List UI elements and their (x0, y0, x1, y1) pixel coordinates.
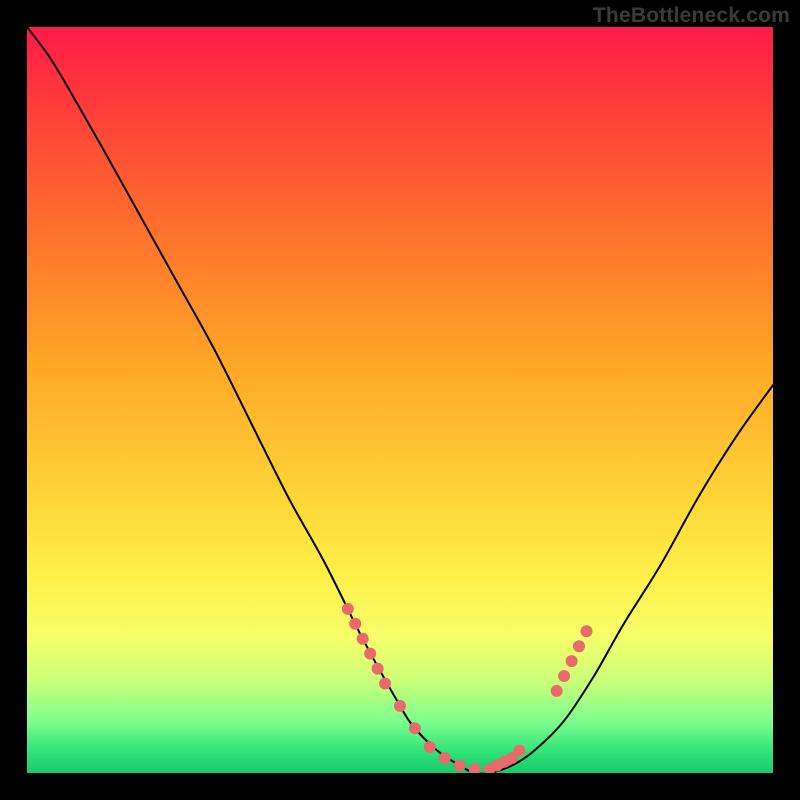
data-dot (357, 633, 369, 645)
data-dot (409, 722, 421, 734)
data-dot (342, 603, 354, 615)
data-dot (469, 763, 481, 773)
data-dot (379, 678, 391, 690)
data-dot (454, 760, 466, 772)
data-dot (424, 741, 436, 753)
data-dot (551, 685, 563, 697)
data-dot (566, 655, 578, 667)
data-dot (364, 648, 376, 660)
chart-frame: TheBottleneck.com (0, 0, 800, 800)
data-dot (439, 752, 451, 764)
data-dot (573, 640, 585, 652)
data-dot (558, 670, 570, 682)
data-dot (372, 663, 384, 675)
curve-data-dots (342, 603, 593, 773)
bottleneck-curve (27, 27, 773, 773)
data-dot (394, 700, 406, 712)
bottleneck-curve-svg (27, 27, 773, 773)
chart-plot-area (27, 27, 773, 773)
data-dot (581, 625, 593, 637)
data-dot (349, 618, 361, 630)
data-dot (513, 745, 525, 757)
watermark-text: TheBottleneck.com (593, 4, 790, 28)
